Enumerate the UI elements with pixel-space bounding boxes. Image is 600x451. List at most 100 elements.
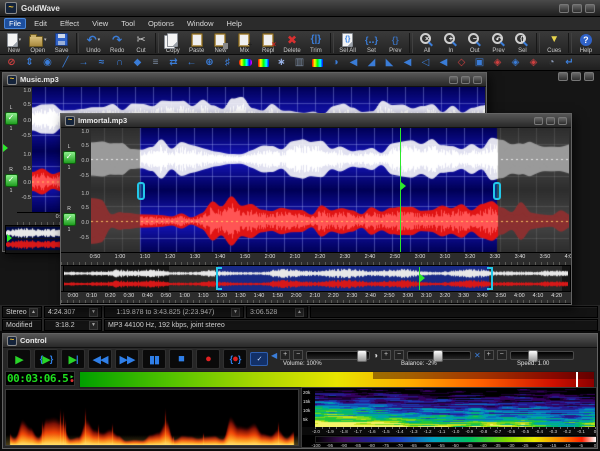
music-minimize-button[interactable] [449,76,458,84]
menu-item-effect[interactable]: Effect [55,18,84,29]
menu-item-options[interactable]: Options [143,18,179,29]
play-marker-button[interactable]: ▶| [61,349,85,369]
immortal-overview[interactable] [63,265,571,292]
immortal-window-title-bar[interactable]: ~ Immortal.mp3 [61,114,571,128]
close-button[interactable] [585,4,595,13]
balance-increase-button[interactable]: + [381,350,391,360]
cue-jump-back-icon[interactable]: ◈ [489,56,506,70]
toolbar-button-all[interactable]: ×All [415,32,439,54]
fade-out-icon[interactable]: ◣ [381,56,398,70]
channel-enable-checkbox[interactable]: ✓ [63,213,76,226]
record-button[interactable]: ● [196,349,220,369]
status-mode-arrow-icon[interactable]: ▲ [29,308,38,317]
immortal-time-ruler[interactable]: 0:501:001:101:201:301:401:502:002:102:20… [61,252,571,266]
channel-enable-checkbox[interactable]: ✓ [5,174,18,187]
mdi-restore-button[interactable] [571,72,581,81]
play-selection-button[interactable]: {▶} [34,349,58,369]
selection-start-bracket-icon[interactable] [216,267,222,290]
volume-shape-icon[interactable]: ⇕ [21,56,38,70]
status-position-arrow-icon[interactable]: ▲ [295,308,304,317]
monitor-toggle-icon[interactable]: ⊘ [3,56,20,70]
immortal-minimize-button[interactable] [534,117,543,125]
volume-increase-button[interactable]: + [280,350,290,360]
speed-slider-thumb[interactable] [528,350,538,362]
toolbar-button-open[interactable]: ▾Open [26,32,50,54]
stop-button[interactable]: ■ [169,349,193,369]
offset-icon[interactable]: → [75,56,92,70]
interpolate-icon[interactable]: ▥ [291,56,308,70]
minimize-button[interactable] [559,4,569,13]
music-close-button[interactable] [473,76,482,84]
balance-slider[interactable] [407,351,471,360]
dropdown-arrow-icon[interactable]: ▾ [19,37,22,43]
pause-button[interactable]: ▮▮ [142,349,166,369]
status-selection-arrow-icon[interactable]: ▼ [231,308,240,317]
volume-slider-thumb[interactable] [357,350,367,362]
immortal-maximize-button[interactable] [546,117,555,125]
toolbar-button-redo[interactable]: ↷Redo [105,32,129,54]
menu-item-edit[interactable]: Edit [29,18,52,29]
spectrogram-visual[interactable]: 20k15k10k5k -2.0-1.9-1.8-1.7-1.6-1.5-1.4… [301,387,597,448]
play-button[interactable]: ▶ [7,349,31,369]
balance-decrease-button[interactable]: − [394,350,404,360]
selection-start-handle[interactable] [137,182,145,200]
toolbar-button-help[interactable]: ?Help [574,32,598,54]
menu-item-view[interactable]: View [87,18,113,29]
immortal-close-button[interactable] [558,117,567,125]
exchange-channels-icon[interactable]: ⇄ [165,56,182,70]
shift-left-icon[interactable]: ← [183,56,200,70]
music-maximize-button[interactable] [461,76,470,84]
toolbar-button-sel[interactable]: {}Sel [511,32,535,54]
toolbar-button-new[interactable]: ▾New [2,32,26,54]
toolbar-button-set[interactable]: {‥}Set [360,32,384,54]
mdi-minimize-button[interactable] [558,72,568,81]
invert-phase-icon[interactable]: ◑ [327,56,344,70]
noise-reduction-icon[interactable]: ∗ [273,56,290,70]
insert-mix-icon[interactable]: ⊕ [201,56,218,70]
speaker-eq-icon[interactable]: ◀ [399,56,416,70]
music-window-title-bar[interactable]: ~ Music.mp3 [3,73,486,87]
undo-all-icon[interactable]: ↵ [561,56,578,70]
slope-icon[interactable]: ╱ [57,56,74,70]
toolbar-button-sel-all[interactable]: {}Sel All [336,32,360,54]
playback-position-line[interactable] [400,128,401,252]
status-length[interactable]: 4:24.307 ▼ [44,306,102,318]
reverse-icon[interactable]: ∩ [111,56,128,70]
status-position[interactable]: 3:06.528 ▲ [246,306,308,318]
status-length-arrow-icon[interactable]: ▼ [89,308,98,317]
pitch-icon[interactable]: ◉ [39,56,56,70]
toolbar-button-cut[interactable]: ✂Cut [129,32,153,54]
doppler-icon[interactable]: ◆ [129,56,146,70]
status-zoom-arrow-icon[interactable]: ▼ [89,321,98,330]
speed-increase-button[interactable]: + [484,350,494,360]
toolbar-button-prev[interactable]: {}Prev [383,32,407,54]
volume-slider[interactable] [306,351,370,360]
comment-disable-icon[interactable]: ▣ [471,56,488,70]
immortal-window[interactable]: ~ Immortal.mp3 L ✓ 1 R ✓ 1 [60,113,572,305]
spectrum-fire-visual[interactable] [5,389,299,446]
speaker-mute-icon[interactable]: ◁ [417,56,434,70]
toolbar-button-repl[interactable]: ×Repl [256,32,280,54]
flanger-icon[interactable]: ≈ [93,56,110,70]
status-selection[interactable]: 1:19.878 to 3:43.825 (2:23.947) ▼ [104,306,244,318]
menu-item-help[interactable]: Help [222,18,247,29]
toolbar-button-new[interactable]: New [209,32,233,54]
dropdown-arrow-icon[interactable]: ▾ [44,37,47,43]
fast-forward-button[interactable]: ▶▶ [115,349,139,369]
channel-enable-checkbox[interactable]: ✓ [63,151,76,164]
status-channel-mode[interactable]: Stereo ▲ [2,306,42,318]
equalizer-icon[interactable]: ♯ [219,56,236,70]
selection-end-bracket-icon[interactable] [487,267,493,290]
menu-item-window[interactable]: Window [182,18,219,29]
status-zoom[interactable]: 3:18.2 ▼ [44,319,102,331]
speaker-left-icon[interactable]: ◀ [345,56,362,70]
toolbar-button-save[interactable]: Save [50,32,74,54]
playback-progress-meter[interactable] [79,371,595,388]
timer-icon[interactable]: ◔ [543,56,560,70]
cue-jump-icon[interactable]: ◈ [507,56,524,70]
toolbar-button-mix[interactable]: +Mix [232,32,256,54]
control-title-bar[interactable]: ~ Control [3,334,597,348]
toolbar-button-undo[interactable]: ↶▾Undo [81,32,105,54]
toolbar-button-out[interactable]: −Out [463,32,487,54]
menu-item-file[interactable]: File [4,18,26,29]
